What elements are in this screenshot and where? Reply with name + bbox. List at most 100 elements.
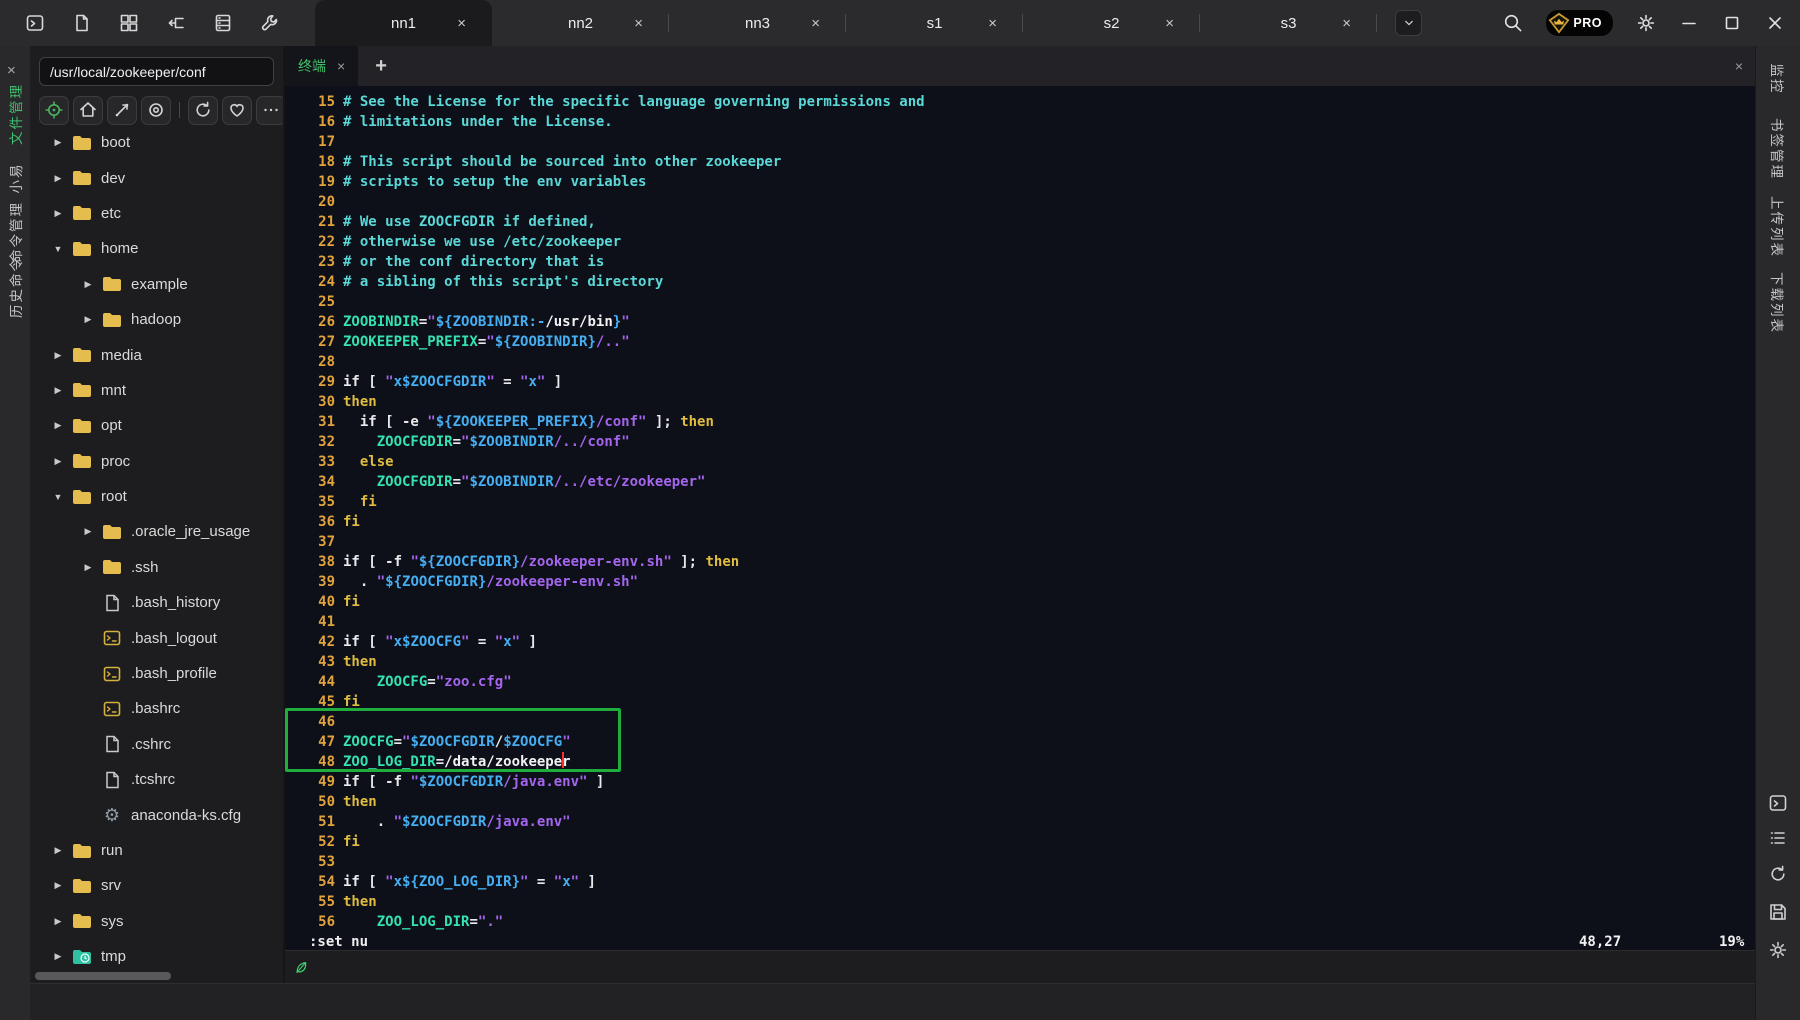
minimize-button[interactable]	[1678, 12, 1700, 34]
tree-item-.bash_logout[interactable]: .bash_logout	[30, 620, 283, 655]
tree-item-.bash_history[interactable]: .bash_history	[30, 585, 283, 620]
tree-item-proc[interactable]: ▶ proc	[30, 444, 283, 479]
tree-item-hadoop[interactable]: ▶hadoop	[30, 302, 283, 337]
session-tab-nn3[interactable]: nn3×	[669, 0, 846, 46]
right-sidebar-tab-4[interactable]: 下载列表	[1768, 272, 1788, 334]
close-tab-icon[interactable]: ×	[811, 15, 820, 32]
tree-item-.tcshrc[interactable]: .tcshrc	[30, 762, 283, 797]
tree-item-srv[interactable]: ▶srv	[30, 868, 283, 903]
right-strip-console-button[interactable]	[1768, 793, 1788, 813]
code-line-15: 15# See the License for the specific lan…	[285, 92, 1755, 112]
tree-item-.ssh[interactable]: ▶.ssh	[30, 550, 283, 585]
close-tab-icon[interactable]: ×	[634, 15, 643, 32]
right-strip-refresh-button[interactable]	[1768, 864, 1788, 884]
chevron-collapsed-icon[interactable]: ▶	[50, 420, 66, 431]
close-terminal-strip-icon[interactable]: ×	[1735, 58, 1743, 74]
folder-icon	[72, 203, 92, 223]
close-terminal-tab-icon[interactable]: ×	[337, 58, 345, 74]
tree-item-home[interactable]: ▼home	[30, 231, 283, 266]
terminal-tab[interactable]: 终端 ×	[285, 46, 358, 86]
close-tab-icon[interactable]: ×	[1342, 15, 1351, 32]
chevron-collapsed-icon[interactable]: ▶	[50, 951, 66, 962]
right-strip-list-button[interactable]	[1768, 828, 1788, 848]
tree-item-.cshrc[interactable]: .cshrc	[30, 727, 283, 762]
file-toolbar-locate-button[interactable]	[39, 96, 69, 125]
new-terminal-tab-button[interactable]: +	[375, 55, 387, 78]
tree-item-label: mnt	[101, 382, 126, 399]
tree-item-opt[interactable]: ▶opt	[30, 408, 283, 443]
close-tab-icon[interactable]: ×	[457, 15, 466, 32]
chevron-expanded-icon[interactable]: ▼	[50, 244, 66, 254]
session-tab-s1[interactable]: s1×	[846, 0, 1023, 46]
tree-item-mnt[interactable]: ▶ mnt	[30, 373, 283, 408]
session-tab-s3[interactable]: s3×	[1200, 0, 1377, 46]
tree-item-media[interactable]: ▶media	[30, 337, 283, 372]
right-sidebar-tab-1[interactable]: 监控	[1768, 64, 1788, 95]
chevron-collapsed-icon[interactable]: ▶	[80, 314, 96, 325]
tree-item-.bashrc[interactable]: .bashrc	[30, 691, 283, 726]
close-panel-icon[interactable]: ×	[7, 62, 16, 79]
sidebar-tab-2[interactable]: 小易	[5, 163, 25, 194]
toolbar-button-wrench[interactable]	[259, 12, 281, 34]
chevron-collapsed-icon[interactable]: ▶	[50, 173, 66, 184]
settings-button[interactable]	[1635, 12, 1657, 34]
sidebar-tab-3[interactable]: 命令管理	[5, 201, 25, 263]
chevron-collapsed-icon[interactable]: ▶	[50, 456, 66, 467]
file-toolbar-connect-button[interactable]	[107, 96, 137, 125]
toolbar-button-console[interactable]	[24, 12, 46, 34]
horizontal-scrollbar[interactable]	[35, 972, 171, 980]
file-toolbar-home-button[interactable]	[73, 96, 103, 125]
tree-item-anaconda-ks.cfg[interactable]: ⚙anaconda-ks.cfg	[30, 797, 283, 832]
code-segment: "	[512, 634, 520, 650]
chevron-expanded-icon[interactable]: ▼	[50, 492, 66, 502]
search-button[interactable]	[1502, 12, 1524, 34]
chevron-collapsed-icon[interactable]: ▶	[80, 526, 96, 537]
right-strip-save-button[interactable]	[1768, 902, 1788, 922]
chevron-collapsed-icon[interactable]: ▶	[50, 916, 66, 927]
file-manager-toolbar	[39, 95, 278, 125]
path-input[interactable]	[39, 57, 274, 86]
pro-badge[interactable]: PRO	[1545, 9, 1614, 37]
close-window-button[interactable]	[1764, 12, 1786, 34]
toolbar-button-flow[interactable]	[165, 12, 187, 34]
tree-item-.oracle_jre_usage[interactable]: ▶.oracle_jre_usage	[30, 514, 283, 549]
session-tab-nn1[interactable]: nn1×	[315, 0, 492, 46]
right-sidebar-tab-3[interactable]: 上传列表	[1768, 196, 1788, 258]
right-strip-settings-button[interactable]	[1768, 940, 1788, 960]
file-toolbar-refresh-button[interactable]	[188, 96, 218, 125]
session-tab-nn2[interactable]: nn2×	[492, 0, 669, 46]
close-tab-icon[interactable]: ×	[988, 15, 997, 32]
chevron-collapsed-icon[interactable]: ▶	[50, 137, 66, 148]
tree-item-sys[interactable]: ▶sys	[30, 904, 283, 939]
chevron-collapsed-icon[interactable]: ▶	[50, 350, 66, 361]
tab-list-dropdown-button[interactable]	[1395, 10, 1422, 36]
sidebar-tab-4[interactable]: 历史命令	[5, 256, 25, 318]
file-toolbar-eye-button[interactable]	[141, 96, 171, 125]
maximize-button[interactable]	[1721, 12, 1743, 34]
file-toolbar-more-button[interactable]	[256, 96, 286, 125]
tree-item-.bash_profile[interactable]: .bash_profile	[30, 656, 283, 691]
chevron-collapsed-icon[interactable]: ▶	[50, 880, 66, 891]
vim-editor-screen[interactable]: 15# See the License for the specific lan…	[285, 86, 1755, 954]
tree-item-boot[interactable]: ▶boot	[30, 125, 283, 160]
tree-item-run[interactable]: ▶run	[30, 833, 283, 868]
chevron-collapsed-icon[interactable]: ▶	[50, 385, 66, 396]
toolbar-button-layout[interactable]	[118, 12, 140, 34]
chevron-collapsed-icon[interactable]: ▶	[80, 279, 96, 290]
sidebar-tab-1[interactable]: 文件管理	[5, 83, 25, 145]
file-toolbar-heart-button[interactable]	[222, 96, 252, 125]
session-tab-s2[interactable]: s2×	[1023, 0, 1200, 46]
chevron-collapsed-icon[interactable]: ▶	[50, 208, 66, 219]
tree-item-etc[interactable]: ▶etc	[30, 196, 283, 231]
tree-item-dev[interactable]: ▶dev	[30, 160, 283, 195]
tree-item-example[interactable]: ▶example	[30, 267, 283, 302]
toolbar-button-new-file[interactable]	[71, 12, 93, 34]
chevron-collapsed-icon[interactable]: ▶	[50, 845, 66, 856]
right-sidebar-tab-2[interactable]: 书签管理	[1768, 118, 1788, 180]
toolbar-button-servers[interactable]	[212, 12, 234, 34]
tree-item-label: proc	[101, 453, 130, 470]
tree-item-root[interactable]: ▼root	[30, 479, 283, 514]
tree-item-tmp[interactable]: ▶tmp	[30, 939, 283, 974]
chevron-collapsed-icon[interactable]: ▶	[80, 562, 96, 573]
close-tab-icon[interactable]: ×	[1165, 15, 1174, 32]
